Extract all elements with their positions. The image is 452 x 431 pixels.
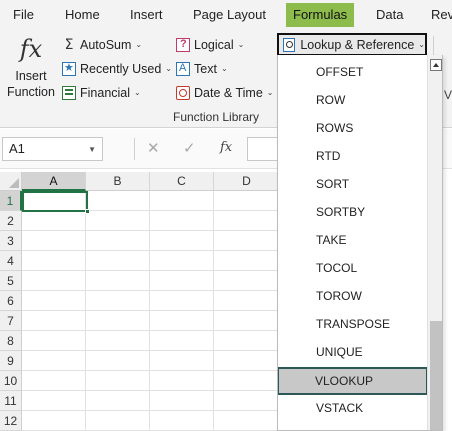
row-header[interactable]: 7 xyxy=(0,311,22,331)
name-box-value: A1 xyxy=(9,141,25,156)
menu-item-offset[interactable]: OFFSET xyxy=(278,58,426,86)
text-button[interactable]: Text ⌄ xyxy=(176,58,228,79)
text-icon xyxy=(176,61,190,76)
row-header[interactable]: 11 xyxy=(0,391,22,411)
chevron-down-icon: ⌄ xyxy=(418,40,425,49)
row-header[interactable]: 5 xyxy=(0,271,22,291)
tab-page-layout[interactable]: Page Layout xyxy=(193,7,266,22)
lookup-magnifier-icon xyxy=(283,37,296,52)
menu-item-rtd[interactable]: RTD xyxy=(278,142,426,170)
menu-item-vstack[interactable]: VSTACK xyxy=(278,394,426,422)
cell-area[interactable] xyxy=(22,191,280,431)
recently-used-label: Recently Used xyxy=(80,61,162,76)
recently-used-button[interactable]: Recently Used ⌄ xyxy=(62,58,172,79)
row-header[interactable]: 2 xyxy=(0,211,22,231)
chevron-down-icon: ⌄ xyxy=(165,64,172,73)
menu-item-sortby[interactable]: SORTBY xyxy=(278,198,426,226)
name-box[interactable]: A1 ▼ xyxy=(2,137,103,161)
column-header-a[interactable]: A xyxy=(22,172,86,191)
star-icon xyxy=(62,61,76,76)
column-header-c[interactable]: C xyxy=(150,172,214,191)
formula-bar-divider xyxy=(134,138,135,160)
function-library-group-label: Function Library xyxy=(173,110,260,124)
menu-item-tocol[interactable]: TOCOL xyxy=(278,254,426,282)
logical-button[interactable]: Logical ⌄ xyxy=(176,34,244,55)
lookup-reference-menu: OFFSET ROW ROWS RTD SORT SORTBY TAKE TOC… xyxy=(277,55,443,431)
row-header[interactable]: 9 xyxy=(0,351,22,371)
financial-label: Financial xyxy=(80,85,131,100)
tab-insert[interactable]: Insert xyxy=(130,7,163,22)
clock-icon xyxy=(176,85,190,100)
insert-function-icon: fx xyxy=(19,35,43,63)
cancel-icon[interactable]: ✕ xyxy=(147,139,160,157)
menu-item-vlookup[interactable]: VLOOKUP xyxy=(278,367,428,395)
row-header[interactable]: 8 xyxy=(0,331,22,351)
row-header[interactable]: 12 xyxy=(0,411,22,431)
chevron-down-icon: ⌄ xyxy=(266,88,274,97)
scrollbar-thumb[interactable] xyxy=(430,321,442,430)
insert-function-icon[interactable]: fx xyxy=(220,140,232,155)
scroll-up-arrow-icon[interactable] xyxy=(430,59,442,71)
lookup-reference-label: Lookup & Reference xyxy=(300,37,415,52)
tab-formulas[interactable]: Formulas xyxy=(286,3,355,27)
row-header[interactable]: 3 xyxy=(0,231,22,251)
menu-item-torow[interactable]: TOROW xyxy=(278,282,426,310)
menu-scrollbar[interactable] xyxy=(427,55,442,430)
logical-icon xyxy=(176,37,190,52)
insert-function-button[interactable]: fx Insert Function xyxy=(6,34,56,100)
chevron-down-icon[interactable]: ▼ xyxy=(88,145,96,154)
menu-item-rows[interactable]: ROWS xyxy=(278,114,426,142)
row-header[interactable]: 4 xyxy=(0,251,22,271)
menu-item-unique[interactable]: UNIQUE xyxy=(278,338,426,366)
date-time-label: Date & Time xyxy=(194,85,263,100)
row-header[interactable]: 6 xyxy=(0,291,22,311)
ribbon-tabs: File Home Insert Page Layout Formulas Da… xyxy=(0,0,452,30)
menu-item-sort[interactable]: SORT xyxy=(278,170,426,198)
autosum-label: AutoSum xyxy=(80,37,132,52)
financial-book-icon xyxy=(62,85,76,100)
text-label: Text xyxy=(194,61,217,76)
row-header[interactable]: 10 xyxy=(0,371,22,391)
enter-icon[interactable]: ✓ xyxy=(183,139,196,157)
fill-handle[interactable] xyxy=(85,209,90,214)
column-header-b[interactable]: B xyxy=(86,172,150,191)
menu-item-take[interactable]: TAKE xyxy=(278,226,426,254)
logical-label: Logical xyxy=(194,37,234,52)
tab-data[interactable]: Data xyxy=(376,7,403,22)
chevron-down-icon: ⌄ xyxy=(134,88,141,97)
chevron-down-icon: ⌄ xyxy=(135,40,143,49)
tab-review[interactable]: Rev xyxy=(431,7,452,22)
menu-item-row[interactable]: ROW xyxy=(278,86,426,114)
column-header-d[interactable]: D xyxy=(214,172,280,191)
ribbon-partial-button[interactable]: V xyxy=(444,88,452,102)
worksheet-grid[interactable]: A B C D 1 2 3 4 5 6 7 8 9 10 11 12 xyxy=(0,172,280,431)
tab-file[interactable]: File xyxy=(13,7,34,22)
formula-input[interactable] xyxy=(247,137,277,161)
chevron-down-icon: ⌄ xyxy=(237,40,245,49)
financial-button[interactable]: Financial ⌄ xyxy=(62,82,141,103)
date-time-button[interactable]: Date & Time ⌄ xyxy=(176,82,273,103)
select-all-button[interactable] xyxy=(0,172,22,191)
active-cell-a1[interactable] xyxy=(22,191,88,212)
autosum-button[interactable]: Σ AutoSum ⌄ xyxy=(62,34,143,55)
chevron-down-icon: ⌄ xyxy=(220,64,228,73)
menu-item-transpose[interactable]: TRANSPOSE xyxy=(278,310,426,338)
insert-function-label-2: Function xyxy=(7,85,55,99)
lookup-reference-button[interactable]: Lookup & Reference ⌄ xyxy=(277,33,427,56)
sigma-icon: Σ xyxy=(64,36,74,53)
row-header[interactable]: 1 xyxy=(0,191,22,211)
insert-function-label-1: Insert xyxy=(15,69,47,83)
tab-home[interactable]: Home xyxy=(65,7,100,22)
